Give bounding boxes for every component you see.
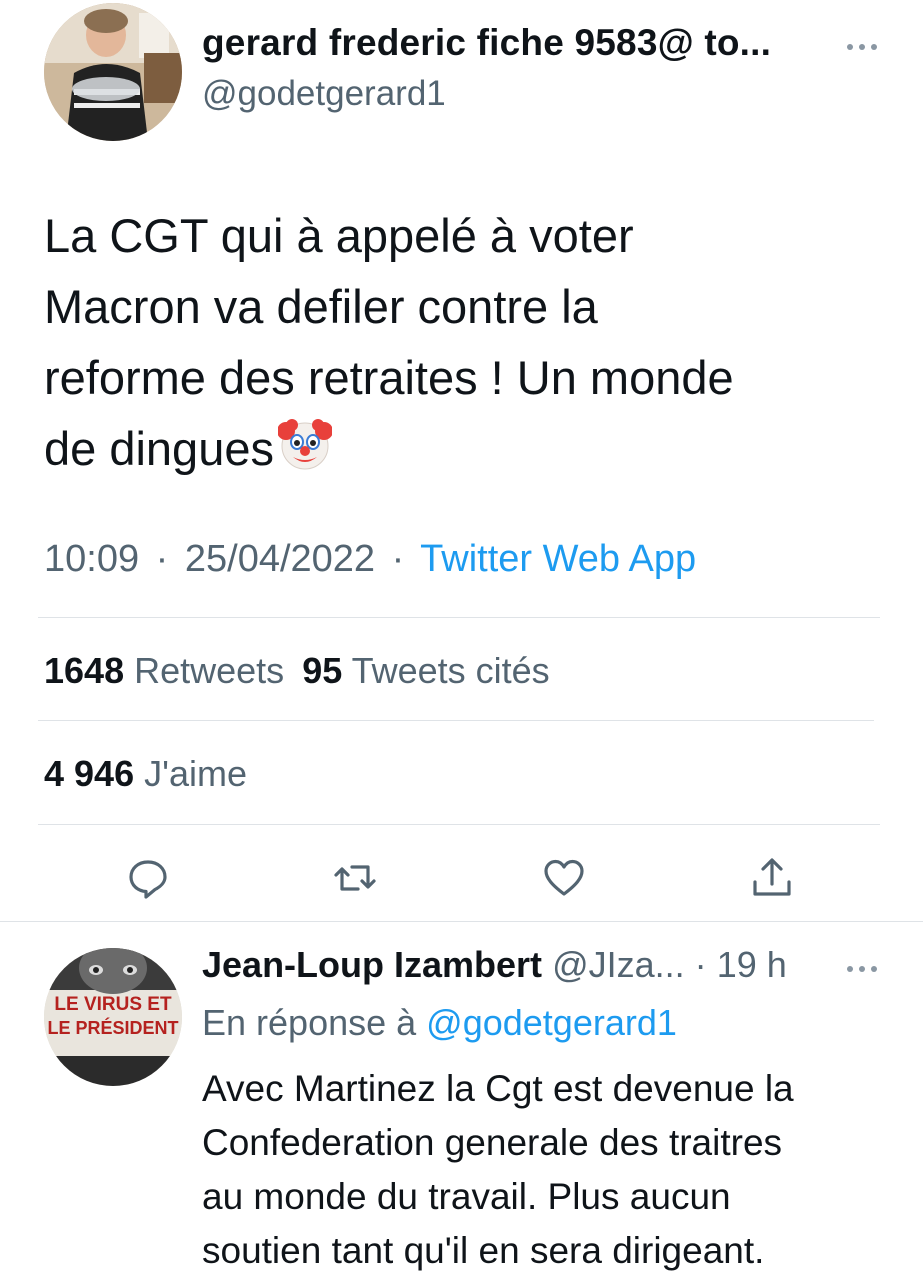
retweet-icon[interactable] — [333, 856, 377, 900]
reply-to-mention-link[interactable]: @godetgerard1 — [426, 1002, 677, 1043]
reply-context: En réponse à @godetgerard1 — [202, 1002, 677, 1044]
quotes-label: Tweets cités — [351, 650, 550, 691]
avatar-book-title-line2: LE PRÉSIDENT — [47, 1017, 178, 1038]
meta-separator: · — [155, 538, 169, 580]
more-options-icon[interactable] — [846, 28, 878, 59]
retweet-stats[interactable]: 1648 Retweets 95 Tweets cités — [44, 650, 550, 692]
reply-to-prefix: En réponse à — [202, 1002, 417, 1043]
reply-header: Jean-Loup Izambert @JIza... · 19 h — [202, 944, 787, 986]
clown-face-emoji-icon — [277, 419, 332, 470]
divider — [0, 921, 923, 922]
quotes-count: 95 — [302, 650, 343, 691]
divider — [38, 617, 880, 618]
reply-author-avatar[interactable]: LE VIRUS ET LE PRÉSIDENT — [44, 948, 182, 1086]
reply-icon[interactable] — [126, 856, 170, 900]
share-icon[interactable] — [750, 856, 794, 900]
likes-stats[interactable]: 4 946 J'aime — [44, 753, 247, 795]
retweets-count: 1648 — [44, 650, 125, 691]
tweet-text-line: La CGT qui à appelé à voter — [44, 209, 634, 262]
meta-separator: · — [694, 944, 707, 985]
reply-author-name[interactable]: Jean-Loup Izambert — [202, 944, 542, 985]
like-icon[interactable] — [542, 856, 586, 900]
reply-text: Avec Martinez la Cgt est devenue la Conf… — [202, 1062, 902, 1278]
tweet-text-line: Macron va defiler contre la — [44, 280, 598, 333]
author-name[interactable]: gerard frederic fiche 9583@ to... — [202, 22, 771, 64]
author-handle[interactable]: @godetgerard1 — [202, 74, 446, 114]
reply-more-options-icon[interactable] — [846, 950, 878, 981]
tweet-text-last-words: de dingues — [44, 422, 274, 475]
meta-separator: · — [391, 538, 405, 580]
avatar-book-title-line1: LE VIRUS ET — [54, 994, 172, 1015]
reply-text-line: soutien tant qu'il en sera dirigeant. — [202, 1230, 765, 1271]
tweet-meta: 10:09 · 25/04/2022 · Twitter Web App — [44, 538, 696, 581]
reply-author-handle[interactable]: @JIza... — [552, 944, 685, 985]
tweet-text-line: reforme des retraites ! Un monde — [44, 351, 734, 404]
reply-text-line: Confederation generale des traitres — [202, 1122, 783, 1163]
retweets-label: Retweets — [134, 650, 285, 691]
likes-count: 4 946 — [44, 753, 135, 794]
tweet-date: 25/04/2022 — [184, 538, 376, 580]
author-avatar[interactable] — [44, 3, 182, 141]
tweet-source-link[interactable]: Twitter Web App — [420, 538, 696, 580]
divider — [38, 720, 874, 721]
divider — [38, 824, 880, 825]
reply-text-line: Avec Martinez la Cgt est devenue la — [202, 1068, 794, 1109]
likes-label: J'aime — [144, 753, 248, 794]
reply-text-line: au monde du travail. Plus aucun — [202, 1176, 731, 1217]
reply-time[interactable]: 19 h — [717, 944, 787, 985]
tweet-text-line: de dingues — [44, 413, 874, 484]
tweet-text: La CGT qui à appelé à voter Macron va de… — [44, 200, 874, 484]
tweet-time: 10:09 — [44, 538, 140, 580]
